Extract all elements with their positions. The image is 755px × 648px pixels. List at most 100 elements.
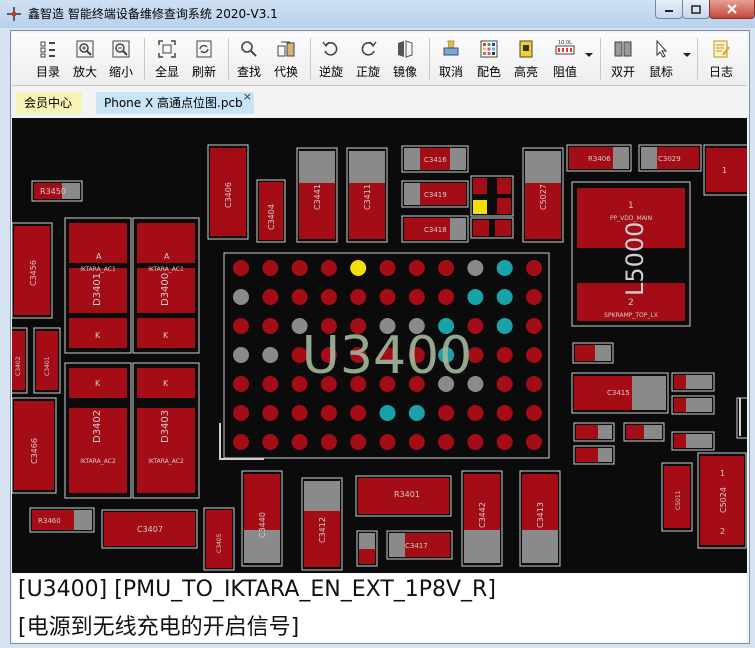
- cancel-label: 取消: [438, 65, 463, 79]
- bga-ball[interactable]: [233, 434, 249, 450]
- bga-ball[interactable]: [526, 405, 542, 421]
- bga-ball[interactable]: [291, 405, 308, 421]
- zoom-in-button[interactable]: 放大: [68, 36, 102, 82]
- label-D3401: D3401: [92, 273, 103, 306]
- bga-ball[interactable]: [262, 376, 279, 392]
- bga-ball[interactable]: [262, 434, 279, 450]
- bga-ball[interactable]: [233, 347, 249, 363]
- maximize-icon: [691, 4, 701, 14]
- bga-ball[interactable]: [233, 405, 249, 421]
- bga-ball[interactable]: [379, 434, 396, 450]
- bga-ball[interactable]: [320, 434, 337, 450]
- rotate-ccw-button[interactable]: 逆旋: [314, 36, 348, 82]
- label-L5000-pin2: 2: [628, 298, 634, 308]
- fit-all-button[interactable]: 全显: [150, 36, 184, 82]
- bga-ball[interactable]: [379, 260, 396, 276]
- dual-view-button[interactable]: 双开: [606, 36, 640, 82]
- bga-ball[interactable]: [350, 434, 367, 450]
- bga-ball[interactable]: [291, 289, 308, 305]
- rotate-ccw-icon: [322, 41, 338, 56]
- refresh-label: 刷新: [191, 65, 216, 79]
- bga-ball[interactable]: [262, 289, 279, 305]
- bga-ball[interactable]: [496, 289, 513, 305]
- log-button[interactable]: 日志: [704, 36, 738, 82]
- minimize-button[interactable]: [655, 0, 683, 19]
- resistance-button[interactable]: 10.0L 阻值: [546, 36, 584, 82]
- mirror-button[interactable]: 镜像: [388, 36, 422, 82]
- bga-ball[interactable]: [467, 289, 484, 305]
- bga-ball[interactable]: [379, 405, 396, 421]
- zoom-out-button[interactable]: 缩小: [104, 36, 138, 82]
- bga-ball[interactable]: [496, 405, 513, 421]
- mouse-button[interactable]: 鼠标: [644, 36, 678, 82]
- label-L5000-net1: PP_VDD_MAIN: [610, 215, 652, 222]
- bga-ball[interactable]: [379, 289, 396, 305]
- bga-ball[interactable]: [526, 347, 542, 363]
- bga-ball[interactable]: [526, 318, 542, 334]
- bga-ball[interactable]: [408, 289, 425, 305]
- substitute-button[interactable]: 代换: [269, 36, 303, 82]
- title-bar: 鑫智造 智能终端设备维修查询系统 2020-V3.1: [0, 0, 755, 28]
- bga-ball[interactable]: [467, 405, 484, 421]
- bga-ball[interactable]: [262, 405, 279, 421]
- search-button[interactable]: 查找: [232, 36, 266, 82]
- zoom-out-label: 缩小: [108, 65, 133, 79]
- bga-ball[interactable]: [320, 405, 337, 421]
- bga-ball[interactable]: [467, 260, 484, 276]
- log-label: 日志: [708, 65, 733, 79]
- bga-ball[interactable]: [438, 260, 455, 276]
- bga-ball[interactable]: [233, 289, 249, 305]
- bga-ball[interactable]: [526, 289, 542, 305]
- bga-ball[interactable]: [467, 434, 484, 450]
- mouse-dropdown-arrow[interactable]: [683, 53, 691, 57]
- label-C3416: C3416: [424, 156, 447, 164]
- bga-ball[interactable]: [438, 434, 455, 450]
- bga-ball[interactable]: [233, 376, 249, 392]
- bga-ball[interactable]: [320, 289, 337, 305]
- bga-ball[interactable]: [438, 289, 455, 305]
- bga-ball[interactable]: [320, 260, 337, 276]
- bga-ball[interactable]: [526, 260, 542, 276]
- label-C3029: C3029: [658, 155, 681, 163]
- pcb-canvas[interactable]: U3400 R3450 C3406 C3404 C3441 C3411 C341…: [12, 118, 747, 573]
- mirror-label: 镜像: [392, 65, 417, 79]
- bga-ball[interactable]: [233, 260, 249, 276]
- bga-ball[interactable]: [233, 318, 249, 334]
- color-scheme-button[interactable]: 配色: [472, 36, 506, 82]
- bga-ball[interactable]: [408, 434, 425, 450]
- refresh-button[interactable]: 刷新: [187, 36, 221, 82]
- bga-ball[interactable]: [291, 434, 308, 450]
- bga-ball[interactable]: [496, 347, 513, 363]
- bga-ball[interactable]: [526, 434, 542, 450]
- bga-ball[interactable]: [496, 260, 513, 276]
- label-R3406: R3406: [588, 155, 611, 163]
- bga-ball[interactable]: [350, 289, 367, 305]
- tab-pcb-file[interactable]: Phone X 高通点位图.pcb ×: [96, 90, 254, 114]
- tab-member-center[interactable]: 会员中心: [16, 92, 82, 114]
- bga-ball[interactable]: [262, 318, 279, 334]
- bga-ball[interactable]: [438, 405, 455, 421]
- bga-ball[interactable]: [496, 376, 513, 392]
- cancel-button[interactable]: 取消: [434, 36, 468, 82]
- bga-ball[interactable]: [262, 260, 279, 276]
- bga-ball[interactable]: [262, 347, 279, 363]
- pcb-board-view[interactable]: U3400 R3450 C3406 C3404 C3441 C3411 C341…: [12, 118, 747, 573]
- bga-ball[interactable]: [496, 318, 513, 334]
- tab-close-icon[interactable]: ×: [243, 86, 252, 108]
- dual-view-icon: [614, 41, 632, 57]
- bga-ball[interactable]: [350, 405, 367, 421]
- bga-ball[interactable]: [350, 260, 367, 276]
- rotate-cw-button[interactable]: 正旋: [351, 36, 385, 82]
- bga-ball[interactable]: [291, 260, 308, 276]
- close-button[interactable]: [709, 0, 755, 19]
- label-C3413: C3413: [536, 502, 545, 528]
- bga-ball[interactable]: [496, 434, 513, 450]
- directory-button[interactable]: 目录: [30, 36, 66, 82]
- highlight-button[interactable]: 高亮: [509, 36, 543, 82]
- maximize-button[interactable]: [682, 0, 710, 19]
- bga-ball[interactable]: [408, 405, 425, 421]
- resistance-dropdown-arrow[interactable]: [585, 53, 593, 57]
- bga-ball[interactable]: [526, 376, 542, 392]
- resistance-label: 阻值: [552, 65, 577, 79]
- bga-ball[interactable]: [408, 260, 425, 276]
